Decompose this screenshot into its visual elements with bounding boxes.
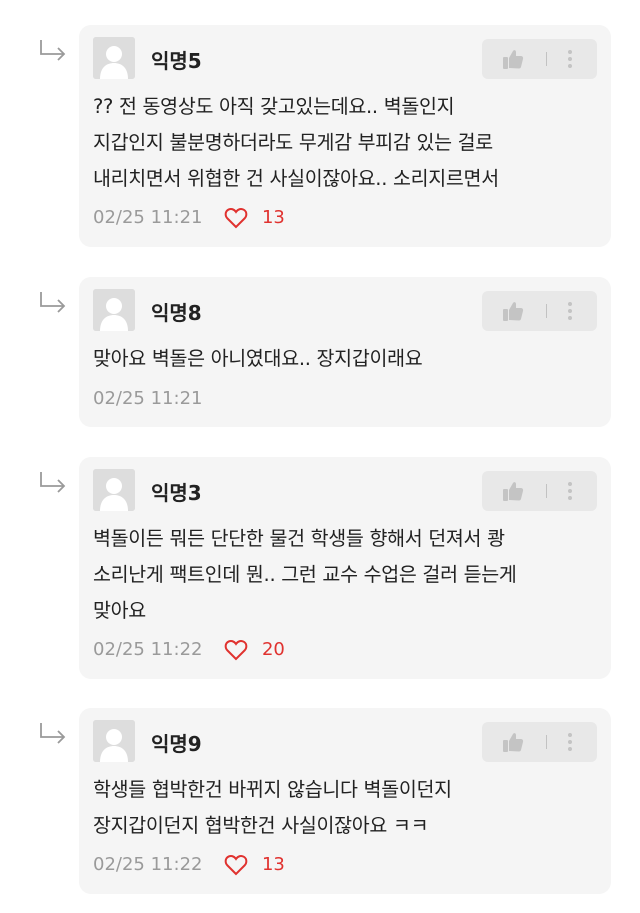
reply-arrow-icon xyxy=(40,292,66,313)
comment-actions xyxy=(482,471,597,511)
heart-outline-icon[interactable] xyxy=(224,639,248,661)
comment-text: ?? 전 동영상도 아직 갖고있는데요.. 벽돌인지 지갑인지 불분명하더라도 … xyxy=(93,95,499,190)
thumbs-up-icon[interactable] xyxy=(502,731,524,753)
actions-divider xyxy=(546,484,547,498)
comment-meta: 02/25 11:22 20 xyxy=(93,637,285,663)
actions-divider xyxy=(546,735,547,749)
more-vertical-icon[interactable] xyxy=(567,732,573,752)
comment-text: 학생들 협박한건 바뀌지 않습니다 벽돌이던지 장지갑이던지 협박한건 사실이잖… xyxy=(93,778,452,837)
reply-arrow-icon xyxy=(40,723,66,744)
actions-divider xyxy=(546,304,547,318)
comment-text: 벽돌이든 뭐든 단단한 물건 학생들 향해서 던져서 쾅 소리난게 팩트인데 뭔… xyxy=(93,527,517,622)
thumbs-up-icon[interactable] xyxy=(502,480,524,502)
heart-outline-icon[interactable] xyxy=(224,207,248,229)
comment-meta: 02/25 11:21 13 xyxy=(93,205,285,231)
comment-time: 02/25 11:22 xyxy=(93,854,203,875)
reply-arrow-icon xyxy=(40,472,66,493)
default-avatar-icon xyxy=(93,37,135,79)
comment-card: 익명3 벽돌이든 뭐든 단단한 물건 학생들 향해서 던져서 쾅 소리난게 팩트… xyxy=(79,457,611,679)
comment-card: 익명9 학생들 협박한건 바뀌지 않습니다 벽돌이던지 장지갑이던지 협박한건 … xyxy=(79,708,611,894)
like-count: 13 xyxy=(261,207,285,228)
like-count: 13 xyxy=(261,854,285,875)
comment-card: 익명5 ?? 전 동영상도 아직 갖고있는데요.. 벽돌인지 지갑인지 불분명하… xyxy=(79,25,611,247)
like-count: 20 xyxy=(261,639,285,660)
default-avatar-icon xyxy=(93,469,135,511)
default-avatar-icon xyxy=(93,289,135,331)
comment-time: 02/25 11:22 xyxy=(93,639,203,660)
comment-meta: 02/25 11:21 xyxy=(93,386,202,412)
actions-divider xyxy=(546,52,547,66)
comment-meta: 02/25 11:22 13 xyxy=(93,852,285,878)
thumbs-up-icon[interactable] xyxy=(502,300,524,322)
thumbs-up-icon[interactable] xyxy=(502,48,524,70)
comment-thread: 익명5 ?? 전 동영상도 아직 갖고있는데요.. 벽돌인지 지갑인지 불분명하… xyxy=(0,0,640,913)
more-vertical-icon[interactable] xyxy=(567,301,573,321)
comment-author: 익명5 xyxy=(151,49,202,73)
heart-outline-icon[interactable] xyxy=(224,854,248,876)
comment-author: 익명9 xyxy=(151,732,202,756)
comment-actions xyxy=(482,722,597,762)
default-avatar-icon xyxy=(93,720,135,762)
more-vertical-icon[interactable] xyxy=(567,481,573,501)
comment-author: 익명3 xyxy=(151,481,202,505)
comment-actions xyxy=(482,39,597,79)
comment-actions xyxy=(482,291,597,331)
comment-time: 02/25 11:21 xyxy=(93,388,203,409)
reply-arrow-icon xyxy=(40,40,66,61)
comment-text: 맞아요 벽돌은 아니였대요.. 장지갑이래요 xyxy=(93,347,423,370)
comment-time: 02/25 11:21 xyxy=(93,207,203,228)
comment-card: 익명8 맞아요 벽돌은 아니였대요.. 장지갑이래요 02/25 11:21 xyxy=(79,277,611,427)
more-vertical-icon[interactable] xyxy=(567,49,573,69)
comment-author: 익명8 xyxy=(151,301,202,325)
